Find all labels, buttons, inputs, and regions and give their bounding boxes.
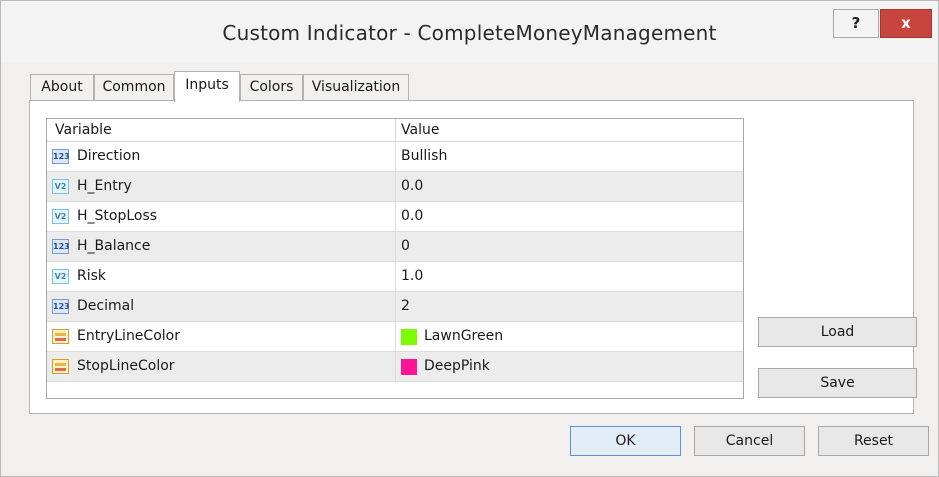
int-type-icon: 123 — [52, 299, 70, 314]
variable-value[interactable]: 0.0 — [401, 172, 423, 201]
table-row[interactable]: V2 H_StopLoss 0.0 — [47, 202, 743, 232]
table-row[interactable]: V2 H_Entry 0.0 — [47, 172, 743, 202]
color-swatch[interactable] — [401, 329, 417, 345]
table-row[interactable]: 123 H_Balance 0 — [47, 232, 743, 262]
variable-name: Decimal — [77, 298, 135, 314]
column-header-value[interactable]: Value — [401, 119, 439, 141]
variable-name: H_Balance — [77, 238, 151, 254]
double-type-icon: V2 — [52, 209, 69, 224]
cell-divider — [395, 172, 396, 201]
variable-name: EntryLineColor — [77, 328, 180, 344]
color-type-icon — [52, 329, 69, 344]
tab-inputs[interactable]: Inputs — [174, 71, 240, 102]
cancel-button[interactable]: Cancel — [694, 426, 805, 456]
help-button[interactable]: ? — [833, 9, 879, 38]
variable-name: Direction — [77, 148, 141, 164]
double-type-icon: V2 — [52, 179, 69, 194]
int-type-icon: 123 — [52, 239, 70, 254]
cell-divider — [395, 142, 396, 171]
int-type-icon: 123 — [52, 149, 70, 164]
inputs-grid: Variable Value 123 Direction Bullish V2 … — [46, 118, 744, 399]
ok-button[interactable]: OK — [570, 426, 681, 456]
color-type-icon — [52, 359, 69, 374]
variable-name: H_Entry — [77, 178, 132, 194]
cell-divider — [395, 262, 396, 291]
variable-value[interactable]: Bullish — [401, 142, 447, 171]
variable-name: Risk — [77, 268, 107, 284]
cell-divider — [395, 322, 396, 351]
variable-value[interactable]: 0 — [401, 232, 410, 261]
reset-button[interactable]: Reset — [818, 426, 929, 456]
table-row[interactable]: EntryLineColor LawnGreen — [47, 322, 743, 352]
close-button[interactable]: x — [880, 9, 932, 38]
window-title: Custom Indicator - CompleteMoneyManageme… — [222, 21, 717, 45]
save-button[interactable]: Save — [758, 368, 917, 398]
double-type-icon: V2 — [52, 269, 69, 284]
grid-header: Variable Value — [47, 119, 743, 142]
variable-value[interactable]: DeepPink — [424, 352, 490, 381]
table-row[interactable]: 123 Decimal 2 — [47, 292, 743, 322]
dialog-window: Custom Indicator - CompleteMoneyManageme… — [0, 0, 939, 477]
cell-divider — [395, 232, 396, 261]
variable-value[interactable]: 1.0 — [401, 262, 423, 291]
title-bar[interactable]: Custom Indicator - CompleteMoneyManageme… — [1, 1, 938, 63]
table-row[interactable]: V2 Risk 1.0 — [47, 262, 743, 292]
table-row[interactable]: 123 Direction Bullish — [47, 142, 743, 172]
variable-value[interactable]: 2 — [401, 292, 410, 321]
tab-about[interactable]: About — [30, 74, 94, 100]
column-header-variable[interactable]: Variable — [55, 119, 112, 141]
tab-common[interactable]: Common — [94, 74, 174, 100]
cell-divider — [395, 292, 396, 321]
cell-divider — [395, 202, 396, 231]
tab-colors[interactable]: Colors — [240, 74, 303, 100]
cell-divider — [395, 352, 396, 381]
variable-name: H_StopLoss — [77, 208, 158, 224]
variable-value[interactable]: LawnGreen — [424, 322, 503, 351]
tab-visualization[interactable]: Visualization — [303, 74, 409, 100]
variable-name: StopLineColor — [77, 358, 175, 374]
table-row[interactable]: StopLineColor DeepPink — [47, 352, 743, 382]
variable-value[interactable]: 0.0 — [401, 202, 423, 231]
color-swatch[interactable] — [401, 359, 417, 375]
load-button[interactable]: Load — [758, 317, 917, 347]
column-divider[interactable] — [395, 119, 396, 141]
